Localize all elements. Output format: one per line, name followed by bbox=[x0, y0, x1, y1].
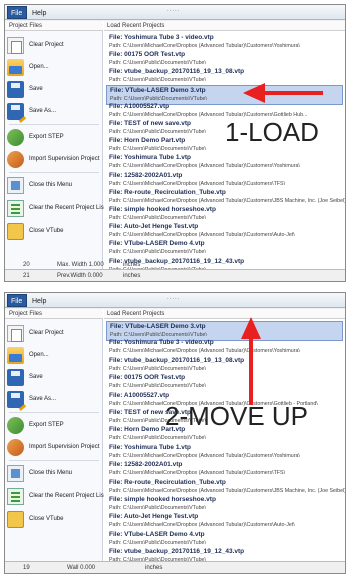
red-arrow-icon bbox=[241, 317, 261, 405]
vtube-file-menu-window-load: File Help ..... Project Files Load Recen… bbox=[4, 4, 346, 282]
red-arrow-icon bbox=[243, 83, 323, 103]
vtube-file-menu-window-move-up: File Help ..... Project Files Load Recen… bbox=[4, 292, 346, 574]
